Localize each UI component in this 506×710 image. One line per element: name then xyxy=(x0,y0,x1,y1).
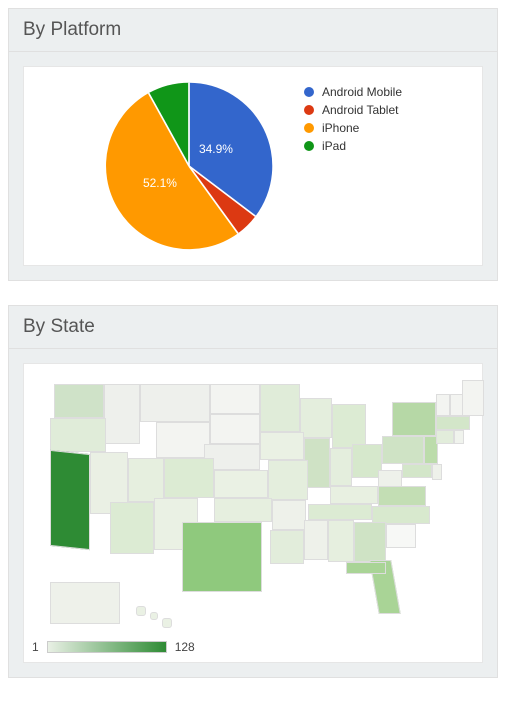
pie-label-iphone: 52.1% xyxy=(143,176,177,190)
state-ri[interactable] xyxy=(454,430,464,444)
state-ms[interactable] xyxy=(304,520,328,560)
state-ny[interactable] xyxy=(392,402,436,436)
state-vt[interactable] xyxy=(436,394,450,416)
map-color-scale: 1 128 xyxy=(32,640,474,654)
state-la[interactable] xyxy=(270,530,304,564)
state-panel-body: 1 128 xyxy=(9,349,497,677)
us-map xyxy=(32,374,474,634)
state-ia[interactable] xyxy=(260,432,304,460)
state-mt[interactable] xyxy=(140,384,210,422)
state-ak[interactable] xyxy=(50,582,120,624)
state-fl-panhandle[interactable] xyxy=(346,562,386,574)
platform-chart-card: 34.9% 52.1% Android Mobile Android Table… xyxy=(23,66,483,266)
state-wa[interactable] xyxy=(54,384,104,418)
state-pa[interactable] xyxy=(382,436,424,464)
legend-item-android-tablet[interactable]: Android Tablet xyxy=(304,101,402,119)
platform-legend: Android Mobile Android Tablet iPhone iPa… xyxy=(304,81,402,155)
platform-panel-title: By Platform xyxy=(9,9,497,52)
state-va[interactable] xyxy=(378,486,426,506)
state-ks[interactable] xyxy=(214,470,268,498)
state-hi3[interactable] xyxy=(162,618,172,628)
legend-item-android-mobile[interactable]: Android Mobile xyxy=(304,83,402,101)
pie-label-android-mobile: 34.9% xyxy=(199,142,233,156)
state-id[interactable] xyxy=(104,384,140,444)
state-or[interactable] xyxy=(50,418,106,452)
state-in[interactable] xyxy=(330,448,352,486)
legend-dot-icon xyxy=(304,87,314,97)
state-tx[interactable] xyxy=(182,522,262,592)
state-mo[interactable] xyxy=(268,460,308,500)
legend-label: Android Tablet xyxy=(322,101,399,119)
state-ga[interactable] xyxy=(354,522,386,562)
legend-label: Android Mobile xyxy=(322,83,402,101)
state-wi[interactable] xyxy=(300,398,332,438)
legend-dot-icon xyxy=(304,105,314,115)
legend-item-iphone[interactable]: iPhone xyxy=(304,119,402,137)
state-panel-title: By State xyxy=(9,306,497,349)
platform-panel: By Platform xyxy=(8,8,498,281)
state-de[interactable] xyxy=(432,464,442,480)
colorbar-gradient-icon xyxy=(47,641,167,653)
state-mi[interactable] xyxy=(332,404,366,448)
state-al[interactable] xyxy=(328,520,354,562)
state-ok[interactable] xyxy=(214,498,272,522)
state-ky[interactable] xyxy=(330,486,378,504)
state-panel: By State xyxy=(8,305,498,678)
state-tn[interactable] xyxy=(308,504,372,520)
state-sd[interactable] xyxy=(210,414,260,444)
state-md[interactable] xyxy=(402,464,432,478)
state-nd[interactable] xyxy=(210,384,260,414)
state-ca[interactable] xyxy=(50,450,90,550)
legend-item-ipad[interactable]: iPad xyxy=(304,137,402,155)
legend-label: iPhone xyxy=(322,119,359,137)
state-co[interactable] xyxy=(164,458,214,498)
legend-dot-icon xyxy=(304,123,314,133)
state-sc[interactable] xyxy=(386,524,416,548)
legend-label: iPad xyxy=(322,137,346,155)
scale-min-label: 1 xyxy=(32,640,39,654)
state-hi[interactable] xyxy=(136,606,146,616)
state-ma[interactable] xyxy=(436,416,470,430)
state-map-card: 1 128 xyxy=(23,363,483,663)
state-wy[interactable] xyxy=(156,422,210,458)
state-ct[interactable] xyxy=(436,430,454,444)
platform-panel-body: 34.9% 52.1% Android Mobile Android Table… xyxy=(9,52,497,280)
scale-max-label: 128 xyxy=(175,640,195,654)
state-ut[interactable] xyxy=(128,458,164,502)
state-ar[interactable] xyxy=(272,500,306,530)
platform-pie-chart: 34.9% 52.1% xyxy=(104,81,274,251)
state-hi2[interactable] xyxy=(150,612,158,620)
state-az[interactable] xyxy=(110,502,154,554)
state-mn[interactable] xyxy=(260,384,300,432)
state-me[interactable] xyxy=(462,380,484,416)
legend-dot-icon xyxy=(304,141,314,151)
